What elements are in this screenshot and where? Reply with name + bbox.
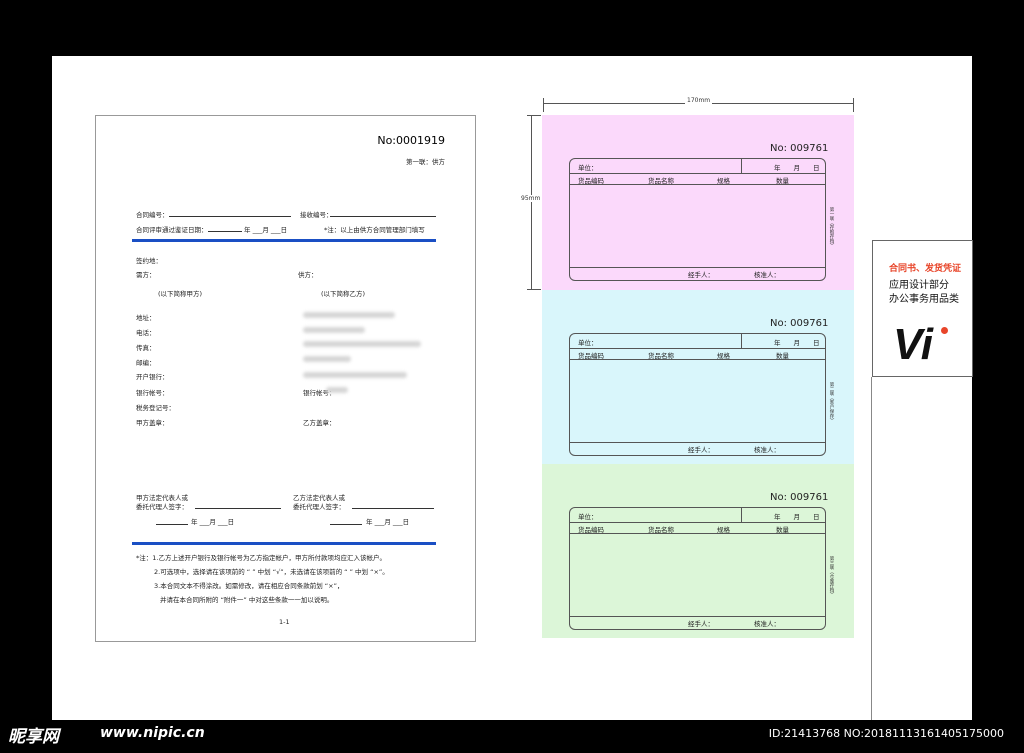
divider-top — [132, 239, 436, 242]
copy-side-label: 第二联（客户保存） — [829, 382, 834, 423]
date-separator — [741, 159, 742, 173]
width-label: 170mm — [685, 97, 713, 104]
buyer-alias: (以下简称甲方) — [158, 290, 203, 298]
watermark-site: www.nipic.cn — [100, 725, 205, 741]
review-date-label: 合同评审通过鉴证日期： — [136, 226, 208, 234]
date-label: 年 月 日 — [774, 513, 820, 521]
review-date-line — [208, 231, 242, 232]
receipt-card: 单位： 年 月 日 货品编码 货品名称 规格 数量 经手人： 核准人： — [569, 507, 826, 630]
fax-label: 传真： — [136, 344, 156, 352]
rep-a-line2: 委托代理人签字： — [136, 503, 188, 511]
rep-b-sign-line — [352, 508, 434, 509]
receipt-strip-2: No: 009761 单位： 年 月 日 货品编码 货品名称 规格 数量 经手人… — [542, 290, 854, 464]
seller-alias: (以下简称乙方) — [321, 290, 366, 298]
place-label: 签约地： — [136, 257, 162, 265]
height-dimension-line — [531, 115, 532, 290]
date-label: 年 月 日 — [774, 339, 820, 347]
sign-date-b: 年 ___月 ___日 — [366, 518, 410, 526]
zip-label: 邮编： — [136, 359, 156, 367]
header-line-top — [570, 173, 825, 174]
sign-date-b-line — [330, 524, 362, 525]
divider-bottom — [132, 542, 436, 545]
footer-line — [570, 616, 825, 617]
approver-label: 核准人： — [754, 271, 780, 279]
note-3: 3.本合同文本不得涂改。如需修改，请在相应合同条款前划 “×”， — [154, 582, 344, 590]
handler-label: 经手人： — [688, 271, 714, 279]
width-tick-right — [853, 98, 854, 112]
height-tick-bottom — [527, 289, 541, 290]
redacted-phone — [303, 327, 365, 333]
seller-label: 供方： — [298, 271, 318, 279]
watermark-brand: 昵享网 — [8, 727, 59, 747]
contract-sheet: No:0001919 第一联：供方 合同编号： 接收编号： 合同评审通过鉴证日期… — [95, 115, 476, 642]
note-2: 2.可选项中，选择请在该项前的 “ ” 中划 “√”，未选请在该项前的 “ ” … — [154, 568, 389, 576]
copy-side-label: 第三联（仓库存档） — [829, 556, 834, 597]
receipt-strip-3: No: 009761 单位： 年 月 日 货品编码 货品名称 规格 数量 经手人… — [542, 464, 854, 638]
redacted-address — [303, 312, 395, 318]
redacted-account — [326, 387, 348, 393]
header-line-top — [570, 522, 825, 523]
watermark-id: ID:21413768 NO:20181113161405175000 — [768, 727, 1004, 740]
phone-label: 电话： — [136, 329, 156, 337]
receipt-card: 单位： 年 月 日 货品编码 货品名称 规格 数量 经手人： 核准人： — [569, 158, 826, 281]
redacted-fax — [303, 341, 421, 347]
right-divider — [871, 377, 872, 726]
copy-label: 第一联：供方 — [406, 158, 445, 166]
vi-logo-dot-icon — [941, 327, 948, 334]
rep-b-line2: 委托代理人签字： — [293, 503, 345, 511]
panel-line-2: 应用设计部分 — [889, 280, 949, 291]
receipt-number: No: 009761 — [770, 492, 829, 503]
receive-no-line — [330, 216, 436, 217]
unit-label: 单位： — [578, 164, 598, 172]
unit-label: 单位： — [578, 513, 598, 521]
receive-no-label: 接收编号： — [300, 211, 333, 219]
approver-label: 核准人： — [754, 446, 780, 454]
receipt-strip-1: No: 009761 单位： 年 月 日 货品编码 货品名称 规格 数量 经手人… — [542, 115, 854, 290]
receipt-number: No: 009761 — [770, 318, 829, 329]
height-label: 95mm — [521, 195, 541, 202]
tax-label: 税务登记号： — [136, 404, 175, 412]
buyer-label: 需方： — [136, 271, 156, 279]
note-1: *注：1.乙方上述开户银行及银行帐号为乙方指定帐户，甲方所付款项均应汇入该帐户。 — [136, 554, 386, 562]
account-label: 银行帐号： — [136, 389, 169, 397]
panel-line-1: 合同书、发货凭证 — [889, 264, 962, 274]
contract-number: No:0001919 — [377, 134, 445, 147]
rep-a-sign-line — [195, 508, 281, 509]
contract-no-line — [169, 216, 291, 217]
fill-note: *注：以上由供方合同管理部门填写 — [324, 226, 425, 234]
panel-line-3: 办公事务用品类 — [889, 294, 959, 305]
sign-date-a-line — [156, 524, 188, 525]
note-4: 并请在本合同所附的 “附件一” 中对这些条款一一加以说明。 — [160, 596, 334, 604]
receipt-card: 单位： 年 月 日 货品编码 货品名称 规格 数量 经手人： 核准人： — [569, 333, 826, 456]
vi-logo-icon: Vi — [893, 320, 933, 369]
seal-a-label: 甲方盖章： — [136, 419, 169, 427]
sign-date-a: 年 ___月 ___日 — [191, 518, 235, 526]
address-label: 地址： — [136, 314, 156, 322]
header-line-bottom — [570, 533, 825, 534]
footer-line — [570, 442, 825, 443]
redacted-bank — [303, 372, 407, 378]
width-tick-left — [543, 98, 544, 112]
category-panel: 合同书、发货凭证 应用设计部分 办公事务用品类 Vi — [872, 240, 973, 377]
date-separator — [741, 334, 742, 348]
unit-label: 单位： — [578, 339, 598, 347]
header-line-bottom — [570, 184, 825, 185]
handler-label: 经手人： — [688, 446, 714, 454]
seal-b-label: 乙方盖章： — [303, 419, 336, 427]
header-line-bottom — [570, 359, 825, 360]
date-separator — [741, 508, 742, 522]
copy-side-label: 第一联（存根存档） — [829, 207, 834, 248]
bank-label: 开户银行： — [136, 373, 169, 381]
receipt-number: No: 009761 — [770, 143, 829, 154]
redacted-zip — [303, 356, 351, 362]
date-label: 年 月 日 — [774, 164, 820, 172]
review-date-suffix: 年 ___月 ___日 — [244, 226, 288, 234]
footer-line — [570, 267, 825, 268]
approver-label: 核准人： — [754, 620, 780, 628]
header-line-top — [570, 348, 825, 349]
handler-label: 经手人： — [688, 620, 714, 628]
page-number: 1-1 — [279, 618, 290, 626]
height-tick-top — [527, 115, 541, 116]
contract-no-label: 合同编号： — [136, 211, 169, 219]
